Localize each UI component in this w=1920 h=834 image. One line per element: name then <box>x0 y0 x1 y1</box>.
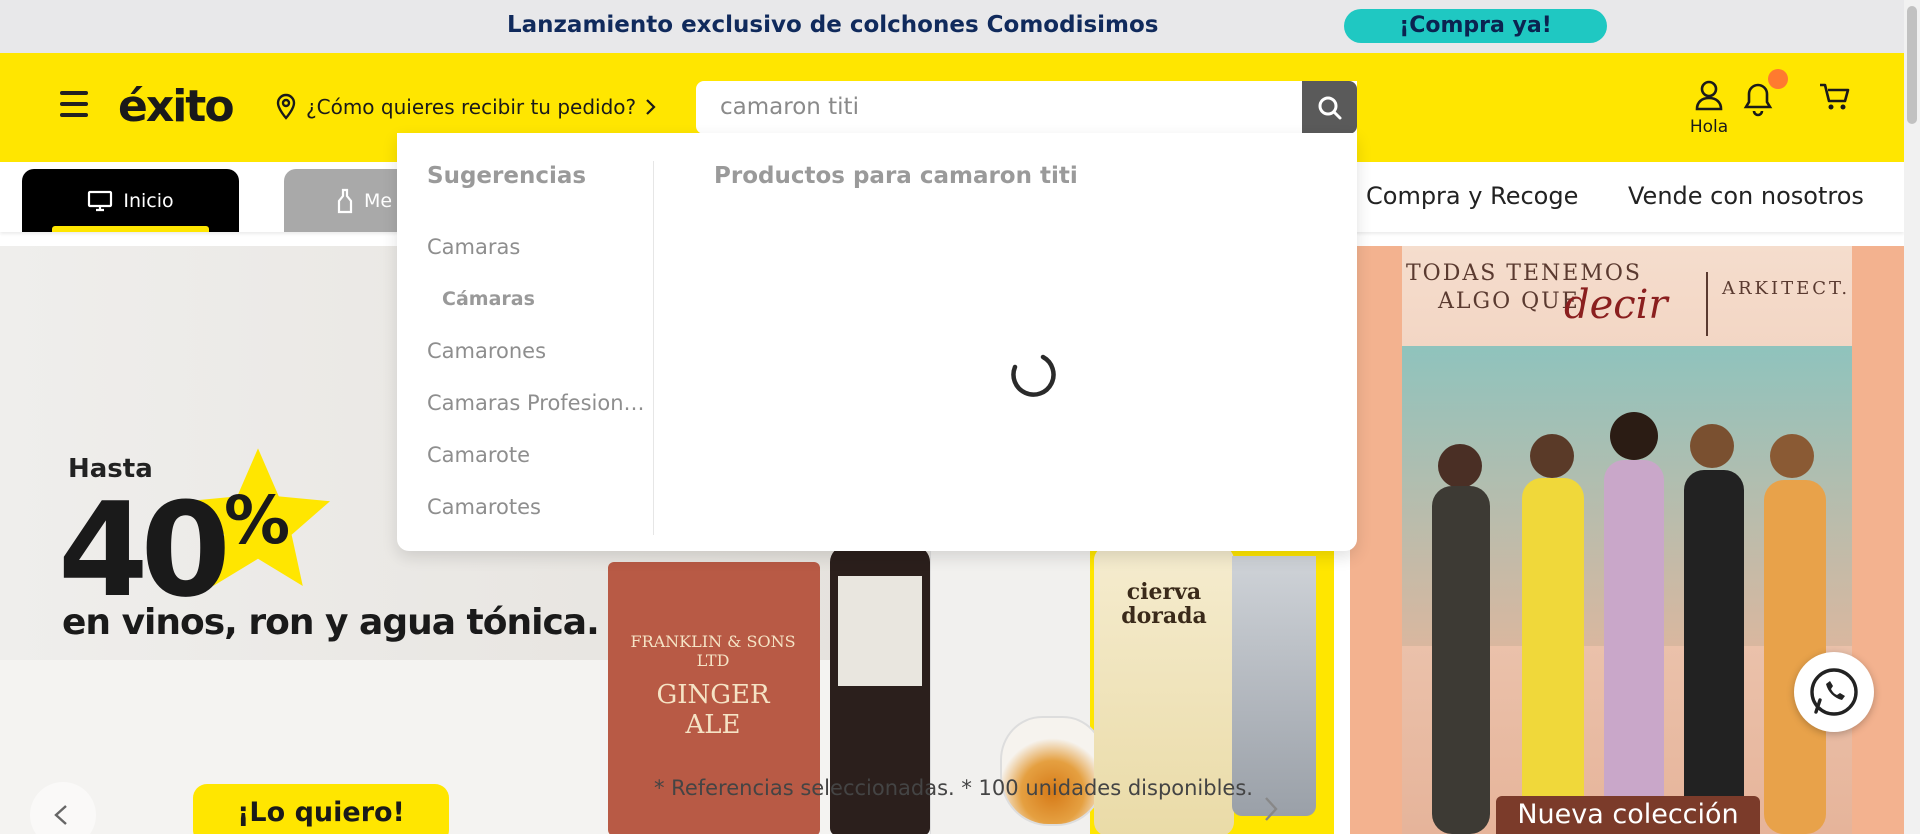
promo-buy-button[interactable]: ¡Compra ya! <box>1344 9 1607 43</box>
delivery-prompt: ¿Cómo quieres recibir tu pedido? <box>306 95 637 119</box>
promo-text: Lanzamiento exclusivo de colchones Comod… <box>507 12 1159 38</box>
search-box <box>696 81 1357 134</box>
suggestion-item[interactable]: Camarones <box>427 337 647 389</box>
user-greeting: Hola <box>1689 117 1729 137</box>
bell-icon <box>1743 83 1773 117</box>
search-input[interactable] <box>720 91 1280 123</box>
suggestions-title: Sugerencias <box>427 163 587 189</box>
chevron-left-icon <box>54 805 67 825</box>
user-icon <box>1695 80 1723 111</box>
cart-icon <box>1820 83 1850 110</box>
bottle-icon <box>337 188 353 213</box>
tab-inicio[interactable]: Inicio <box>22 169 239 232</box>
chevron-right-icon <box>646 99 656 115</box>
side-banner-divider <box>1706 272 1708 336</box>
notifications-button[interactable] <box>1742 81 1774 121</box>
whatsapp-icon <box>1810 668 1858 716</box>
tab-inicio-label: Inicio <box>123 189 174 212</box>
promo-bar: Lanzamiento exclusivo de colchones Comod… <box>0 0 1904 53</box>
whatsapp-button[interactable] <box>1794 652 1874 732</box>
hero-disclaimer: * Referencias seleccionadas. * 100 unida… <box>654 776 1253 800</box>
menu-icon[interactable] <box>60 91 88 117</box>
rum-glass <box>1000 716 1105 826</box>
carousel-prev-button[interactable] <box>30 782 96 834</box>
exito-logo[interactable]: éxito <box>118 81 235 132</box>
products-title: Productos para camaron titi <box>714 163 1078 189</box>
side-banner-accent: decir <box>1564 282 1668 328</box>
tab-mercado-label: Me <box>364 189 393 212</box>
side-banner[interactable]: TODAS TENEMOS ALGO QUE decir ARKITECT. N… <box>1350 246 1904 834</box>
box-product-text: GINGER ALE <box>656 680 770 740</box>
hero-cta-button[interactable]: ¡Lo quiero! <box>193 784 449 834</box>
link-vende-con-nosotros[interactable]: Vende con nosotros <box>1628 182 1864 210</box>
page-scrollbar-thumb[interactable] <box>1907 6 1917 124</box>
suggestion-item[interactable]: Camaras Profesionales <box>427 389 647 441</box>
page-scrollbar-track[interactable] <box>1904 0 1920 834</box>
active-tab-indicator <box>52 226 209 232</box>
loading-spinner-icon <box>1011 354 1056 397</box>
side-banner-cta[interactable]: Nueva colección <box>1496 796 1760 834</box>
suggestion-item[interactable]: Camarotes <box>427 493 647 545</box>
suggestion-item[interactable]: Camaras <box>427 233 647 285</box>
suggestions-list: Camaras Cámaras Camarones Camaras Profes… <box>427 233 647 545</box>
suggestion-item[interactable]: Camarote <box>427 441 647 493</box>
models-photo <box>1432 412 1826 834</box>
user-account[interactable]: Hola <box>1686 79 1732 137</box>
cart-button[interactable] <box>1818 81 1852 117</box>
carousel-next-button[interactable] <box>1260 792 1284 826</box>
monitor-icon <box>88 190 113 211</box>
suggestion-item[interactable]: Cámaras <box>427 285 647 337</box>
side-banner-brand: ARKITECT. <box>1722 278 1851 299</box>
search-icon <box>1318 96 1342 120</box>
hero-subtitle: en vinos, ron y agua tónica. <box>62 602 600 643</box>
link-compra-y-recoge[interactable]: Compra y Recoge <box>1366 182 1578 210</box>
delivery-selector[interactable]: ¿Cómo quieres recibir tu pedido? <box>274 93 658 121</box>
search-button[interactable] <box>1302 81 1357 134</box>
cierva-label: cierva dorada <box>1121 579 1207 629</box>
search-suggestions-dropdown: Sugerencias Camaras Cámaras Camarones Ca… <box>397 133 1357 551</box>
dropdown-divider <box>653 161 654 535</box>
hero-percent-sign: % <box>224 482 291 559</box>
location-pin-icon <box>276 93 296 120</box>
notification-badge <box>1768 69 1788 89</box>
box-brand-text: FRANKLIN & SONS LTD <box>630 632 796 670</box>
